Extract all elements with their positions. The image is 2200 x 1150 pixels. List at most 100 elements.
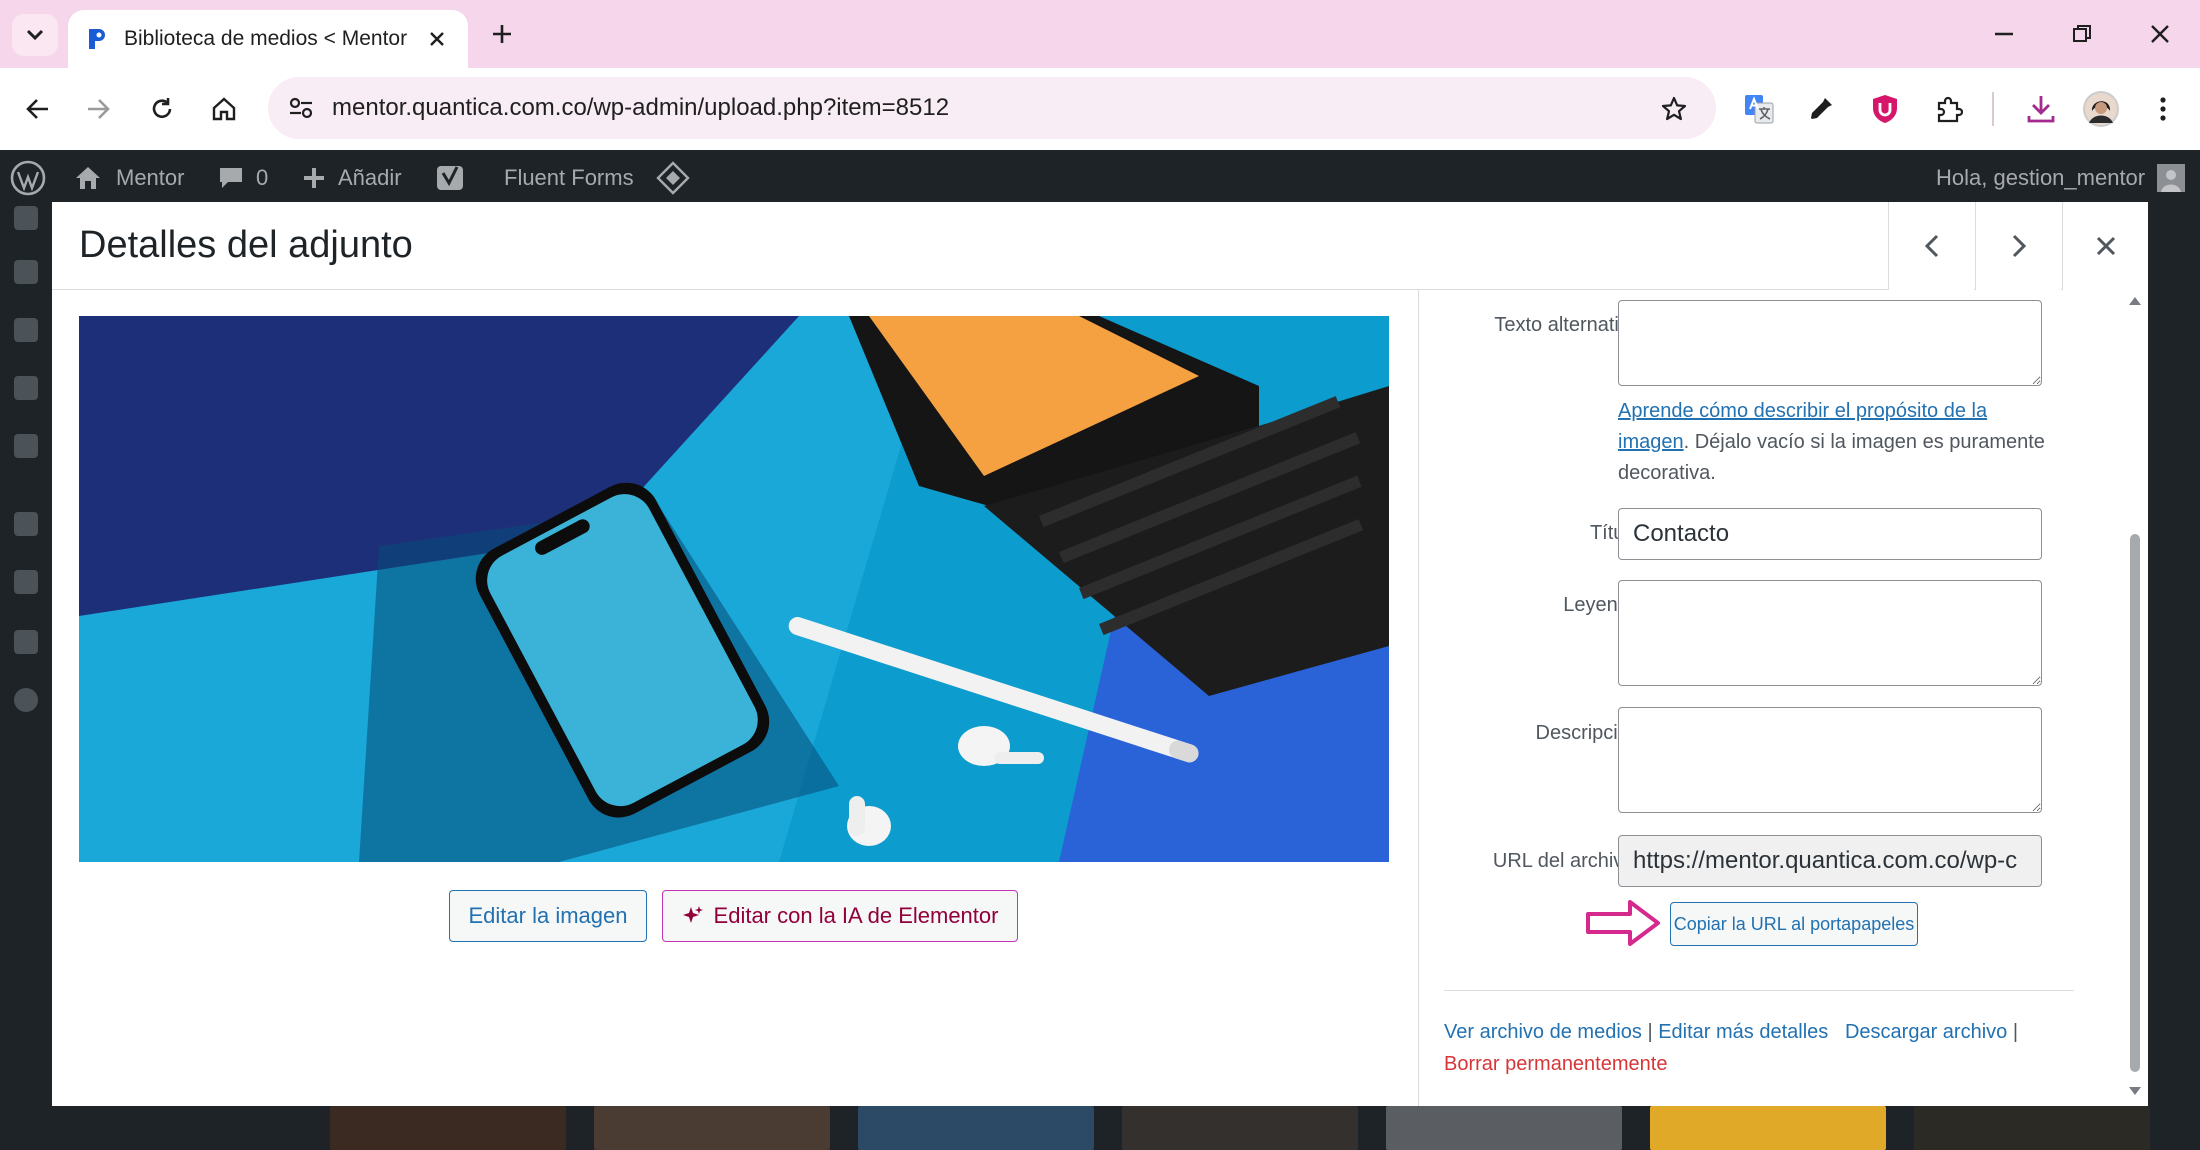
modal-title: Detalles del adjunto xyxy=(79,224,413,266)
color-picker-extension[interactable] xyxy=(1798,87,1844,131)
chevron-right-icon xyxy=(2012,234,2026,258)
media-thumbnail[interactable] xyxy=(330,1106,566,1150)
next-attachment-button[interactable] xyxy=(1975,202,2061,290)
media-thumbnail[interactable] xyxy=(594,1106,830,1150)
close-window-button[interactable] xyxy=(2130,14,2190,54)
download-file-link[interactable]: Descargar archivo xyxy=(1845,1021,2007,1043)
browser-tab[interactable]: Biblioteca de medios < Mentor xyxy=(68,10,468,68)
forward-button[interactable] xyxy=(74,88,122,130)
downloads-button[interactable] xyxy=(2018,87,2064,131)
reload-icon xyxy=(152,98,172,118)
avatar-icon xyxy=(2083,91,2119,127)
chevron-down-icon xyxy=(26,29,44,41)
translate-menu-icon[interactable] xyxy=(14,630,38,654)
tools-menu-icon[interactable] xyxy=(14,206,38,230)
site-name: Mentor xyxy=(116,165,185,190)
my-account-menu[interactable]: Hola, gestion_mentor xyxy=(1936,150,2186,206)
elementor-menu-icon[interactable] xyxy=(14,570,38,594)
user-avatar-icon xyxy=(2157,164,2186,192)
minimize-button[interactable] xyxy=(1974,14,2034,54)
profile-avatar[interactable] xyxy=(2078,87,2124,131)
home-button[interactable] xyxy=(200,88,248,130)
media-thumbnail[interactable] xyxy=(1122,1106,1358,1150)
new-content-menu[interactable]: Añadir xyxy=(302,150,402,206)
greeting: Hola, gestion_mentor xyxy=(1936,165,2146,190)
comment-icon xyxy=(220,168,242,188)
site-favicon-icon xyxy=(89,29,105,49)
home-icon xyxy=(212,97,236,121)
url-text[interactable]: mentor.quantica.com.co/wp-admin/upload.p… xyxy=(332,94,949,122)
edit-image-button[interactable]: Editar la imagen xyxy=(449,890,647,942)
separator: | xyxy=(2012,1021,2019,1043)
media-thumbnail[interactable] xyxy=(1914,1106,2150,1150)
diamond-icon xyxy=(656,161,690,195)
bookmark-button[interactable] xyxy=(1651,87,1697,131)
restore-icon xyxy=(2073,25,2091,42)
yoast-icon xyxy=(437,166,463,190)
separator: | xyxy=(1647,1021,1653,1043)
edit-with-elementor-ai-button[interactable]: Editar con la IA de Elementor xyxy=(662,890,1018,942)
file-url-label: URL del archivo: xyxy=(1492,850,1640,872)
sidebar-scrollbar[interactable] xyxy=(2128,292,2142,1104)
description-field[interactable] xyxy=(1618,707,2042,813)
tab-search-button[interactable] xyxy=(12,14,58,56)
caption-field[interactable] xyxy=(1618,580,2042,686)
users-menu-icon[interactable] xyxy=(14,318,38,342)
caption-label: Leyenda xyxy=(1563,594,1640,616)
comments-menu[interactable]: 0 xyxy=(218,150,268,206)
tune-icon xyxy=(289,97,313,119)
site-info-button[interactable] xyxy=(280,88,322,128)
star-icon xyxy=(1661,96,1687,121)
extensions-button[interactable] xyxy=(1926,87,1972,131)
previous-attachment-button[interactable] xyxy=(1888,202,1974,290)
media-thumbnail[interactable] xyxy=(1650,1106,1886,1150)
media-thumbnail[interactable] xyxy=(1386,1106,1622,1150)
attachment-image-preview xyxy=(79,316,1389,862)
view-media-file-link[interactable]: Ver archivo de medios xyxy=(1444,1021,1642,1043)
delete-permanently-link[interactable]: Borrar permanentemente xyxy=(1444,1053,1667,1075)
google-translate-extension[interactable] xyxy=(1736,87,1782,131)
new-label: Añadir xyxy=(338,165,402,190)
tab-close-button[interactable] xyxy=(422,24,452,54)
yoast-menu-icon[interactable] xyxy=(14,512,38,536)
modal-header: Detalles del adjunto xyxy=(52,202,2148,290)
wp-logo-menu[interactable] xyxy=(10,150,46,206)
sparkle-icon xyxy=(682,906,703,923)
translate-icon xyxy=(1745,95,1774,124)
appearance-menu-icon[interactable] xyxy=(14,260,38,284)
close-modal-button[interactable] xyxy=(2062,202,2148,290)
fluent-forms-label: Fluent Forms xyxy=(504,165,634,190)
copy-url-button[interactable]: Copiar la URL al portapapeles xyxy=(1670,902,1918,946)
collapse-menu-icon[interactable] xyxy=(14,688,38,712)
ublock-extension[interactable] xyxy=(1862,87,1908,131)
yoast-seo-menu[interactable] xyxy=(436,150,466,206)
site-name-menu[interactable]: Mentor xyxy=(74,150,184,206)
eyedropper-icon xyxy=(1811,98,1832,119)
alt-text-field[interactable] xyxy=(1618,300,2042,386)
title-label: Título xyxy=(1589,522,1640,544)
media-thumbnail[interactable] xyxy=(858,1106,1094,1150)
reload-button[interactable] xyxy=(138,88,186,130)
scroll-thumb[interactable] xyxy=(2130,534,2140,1072)
new-tab-button[interactable] xyxy=(484,16,520,52)
wrench-menu-icon[interactable] xyxy=(14,376,38,400)
arrow-left-icon xyxy=(26,99,48,119)
close-icon xyxy=(2151,25,2169,43)
back-button[interactable] xyxy=(14,88,62,130)
media-library-grid xyxy=(276,1106,2156,1150)
wordpress-icon xyxy=(10,160,46,196)
wp-admin-menu xyxy=(0,206,52,1150)
title-field[interactable] xyxy=(1618,508,2042,560)
scroll-down-icon xyxy=(2129,1087,2141,1095)
fluent-forms-menu[interactable]: Fluent Forms xyxy=(504,150,634,206)
arrow-right-icon xyxy=(88,99,110,119)
elementor-menu[interactable] xyxy=(656,150,690,206)
restore-button[interactable] xyxy=(2052,14,2112,54)
file-url-field[interactable] xyxy=(1618,835,2042,887)
browser-menu-button[interactable] xyxy=(2140,87,2186,131)
description-label: Descripción xyxy=(1535,722,1640,744)
settings-menu-icon[interactable] xyxy=(14,434,38,458)
edit-more-details-link[interactable]: Editar más detalles xyxy=(1658,1021,1828,1043)
wp-admin-bar: Mentor 0 Añadir Fluent Forms Hola, gesti… xyxy=(0,150,2200,206)
puzzle-icon xyxy=(1937,96,1963,123)
